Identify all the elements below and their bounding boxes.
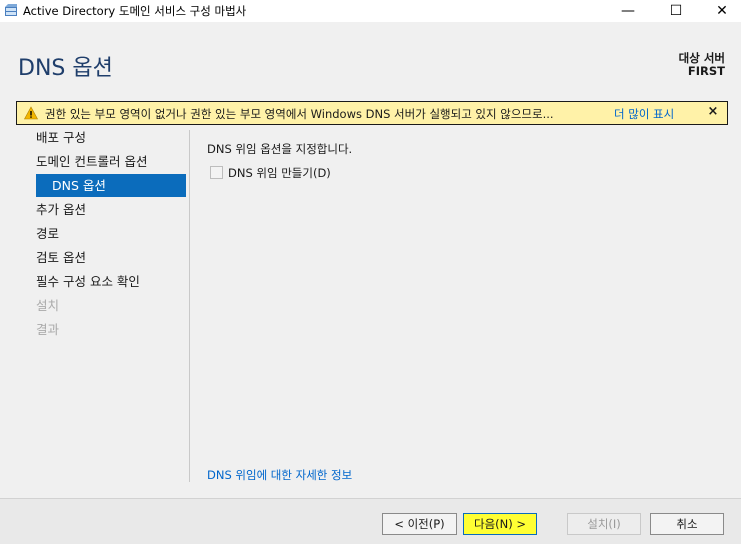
minimize-button[interactable]: — <box>608 0 648 22</box>
nav-item-installation: 설치 <box>36 298 60 313</box>
nav-item-results: 결과 <box>36 322 60 337</box>
title-bar: Active Directory 도메인 서비스 구성 마법사 — ☐ ✕ <box>0 0 741 22</box>
nav-item-dns-options[interactable]: DNS 옵션 <box>36 174 186 197</box>
maximize-button[interactable]: ☐ <box>656 0 696 22</box>
nav-item-domain-controller-options[interactable]: 도메인 컨트롤러 옵션 <box>0 150 186 173</box>
nav-item-prerequisites-check[interactable]: 필수 구성 요소 확인 <box>0 270 186 293</box>
cancel-button[interactable]: 취소 <box>650 513 724 535</box>
next-button[interactable]: 다음(N) > <box>463 513 537 535</box>
dns-delegation-heading: DNS 위임 옵션을 지정합니다. <box>207 142 353 156</box>
install-button: 설치(I) <box>567 513 641 535</box>
server-manager-icon <box>5 4 17 16</box>
wizard-steps-nav: 배포 구성 도메인 컨트롤러 옵션 DNS 옵션 추가 옵션 경로 검토 옵션 … <box>0 126 188 356</box>
window-title: Active Directory 도메인 서비스 구성 마법사 <box>23 4 247 18</box>
page-title: DNS 옵션 <box>18 56 113 81</box>
nav-item-additional-options[interactable]: 추가 옵션 <box>0 198 186 221</box>
nav-item-deployment-configuration[interactable]: 배포 구성 <box>0 126 186 149</box>
warning-message: 권한 있는 부모 영역이 없거나 권한 있는 부모 영역에서 Windows D… <box>45 107 554 121</box>
create-dns-delegation-label[interactable]: DNS 위임 만들기(D) <box>228 165 331 181</box>
minimize-icon: — <box>621 3 635 19</box>
nav-item-paths[interactable]: 경로 <box>0 222 186 245</box>
banner-close-button[interactable]: × <box>705 104 721 122</box>
create-dns-delegation-checkbox[interactable] <box>210 166 223 179</box>
nav-divider <box>189 130 190 482</box>
warning-icon <box>24 106 38 120</box>
warning-banner: 권한 있는 부모 영역이 없거나 권한 있는 부모 영역에서 Windows D… <box>16 101 728 125</box>
maximize-icon: ☐ <box>669 3 683 19</box>
close-window-button[interactable]: ✕ <box>702 0 741 22</box>
dns-delegation-more-info-link[interactable]: DNS 위임에 대한 자세한 정보 <box>207 467 352 483</box>
previous-button[interactable]: < 이전(P) <box>382 513 457 535</box>
target-server-name: FIRST <box>687 64 725 78</box>
close-icon: ✕ <box>716 3 728 19</box>
nav-item-review-options[interactable]: 검토 옵션 <box>0 246 186 269</box>
show-more-link[interactable]: 더 많이 표시 <box>614 106 674 122</box>
